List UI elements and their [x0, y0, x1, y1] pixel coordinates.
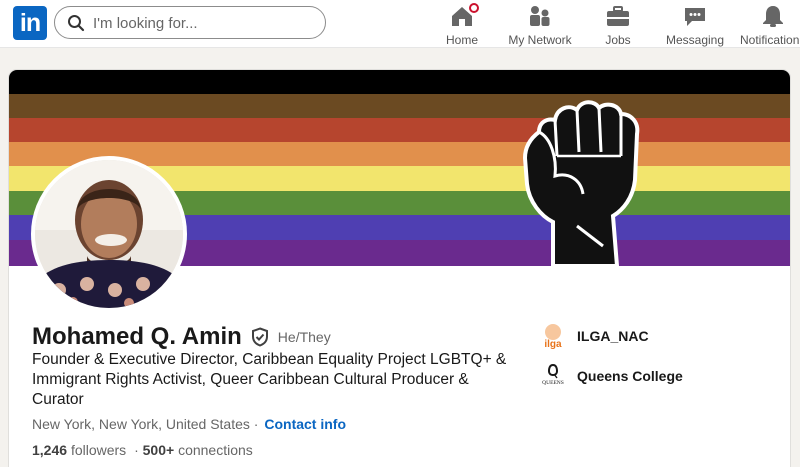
- profile-avatar[interactable]: [31, 156, 187, 312]
- nav-item-home[interactable]: Home: [440, 1, 484, 47]
- svg-text:QUEENS: QUEENS: [542, 380, 564, 386]
- profile-name-row: Mohamed Q. Amin He/They: [32, 322, 331, 352]
- organization-name: ILGA_NAC: [577, 328, 649, 344]
- queens-college-logo: QUEENS: [539, 362, 567, 390]
- separator: ·: [253, 416, 259, 432]
- network-icon: [527, 4, 553, 28]
- search-box[interactable]: [54, 6, 326, 39]
- followers-label: followers: [70, 442, 127, 458]
- nav-item-jobs[interactable]: Jobs: [600, 2, 636, 47]
- profile-stats-row: 1,246 followers · 500+ connections: [32, 442, 253, 458]
- connections-count[interactable]: 500+: [143, 442, 175, 458]
- nav-item-messaging[interactable]: Messaging: [664, 2, 726, 47]
- profile-name: Mohamed Q. Amin: [32, 323, 242, 350]
- briefcase-icon: [605, 4, 631, 28]
- organization-name: Queens College: [577, 368, 683, 384]
- banner-stripe: [9, 70, 790, 94]
- nav-item-my-network[interactable]: My Network: [503, 2, 577, 47]
- banner-stripe: [9, 94, 790, 118]
- nav-item-label: Jobs: [605, 33, 631, 47]
- bell-icon: [760, 4, 786, 28]
- organization-queens-college[interactable]: QUEENS Queens College: [539, 362, 683, 390]
- profile-headline: Founder & Executive Director, Caribbean …: [32, 351, 507, 408]
- separator: ·: [134, 442, 139, 458]
- svg-text:ilga: ilga: [544, 339, 562, 350]
- nav-item-label: Messaging: [665, 33, 725, 47]
- notification-badge: [467, 1, 481, 15]
- home-icon: [449, 1, 481, 28]
- top-nav-bar: in Home My Network: [0, 0, 800, 48]
- raised-fist-icon: [522, 100, 640, 266]
- linkedin-logo[interactable]: in: [13, 6, 47, 40]
- nav-item-label: Home: [445, 33, 478, 47]
- search-input[interactable]: [93, 12, 313, 34]
- followers-count[interactable]: 1,246: [32, 442, 67, 458]
- profile-location: New York, New York, United States: [32, 416, 250, 432]
- banner-stripe: [9, 118, 790, 142]
- messaging-icon: [682, 4, 708, 28]
- profile-location-row: New York, New York, United States · Cont…: [32, 416, 346, 432]
- contact-info-link[interactable]: Contact info: [264, 416, 346, 432]
- organization-ilga[interactable]: ilga ILGA_NAC: [539, 322, 649, 350]
- nav-item-label: My Network: [508, 33, 572, 47]
- profile-photo: [35, 160, 183, 308]
- nav-item-label: Notification: [740, 33, 800, 47]
- profile-card: Mohamed Q. Amin He/They Founder & Execut…: [9, 70, 790, 467]
- profile-pronouns: He/They: [277, 329, 331, 345]
- connections-label: connections: [178, 442, 253, 458]
- ilga-logo: ilga: [539, 322, 567, 350]
- verified-shield-icon[interactable]: [250, 327, 270, 347]
- search-icon: [68, 15, 85, 32]
- nav-item-notifications[interactable]: Notification: [740, 2, 800, 47]
